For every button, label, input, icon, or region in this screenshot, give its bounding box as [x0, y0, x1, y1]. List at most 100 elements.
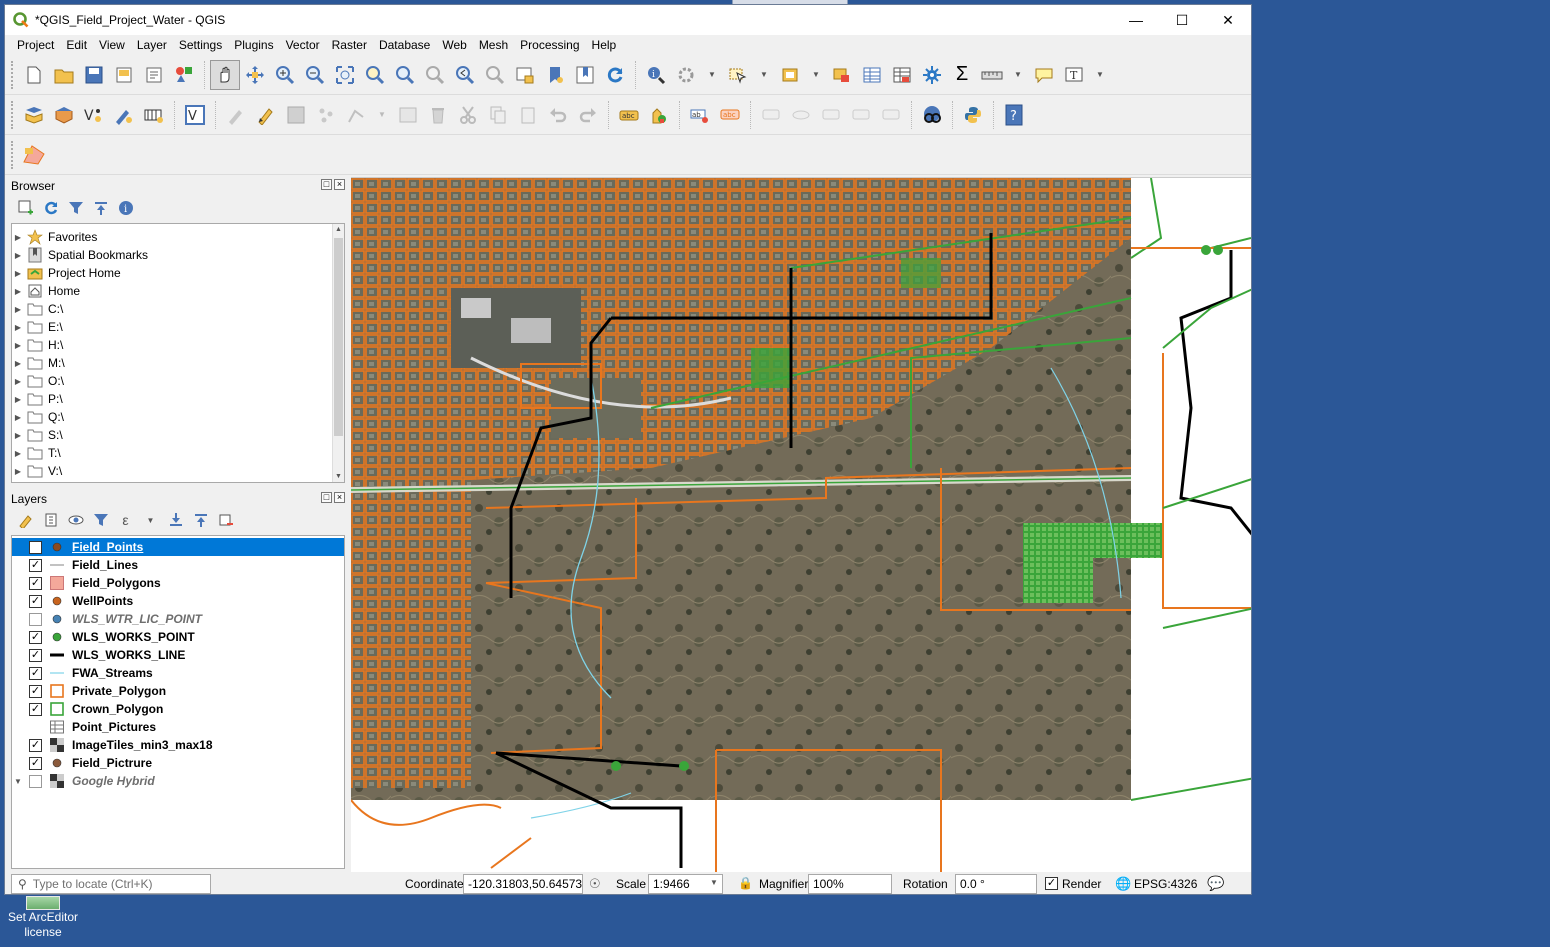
expand-arrow-icon[interactable]: ▶ [12, 413, 24, 422]
zoom-native-icon[interactable] [420, 60, 450, 90]
python-console-icon[interactable] [958, 100, 988, 130]
save-edits-icon[interactable] [281, 100, 311, 130]
add-group-icon[interactable] [38, 508, 63, 532]
maximize-icon[interactable]: ☐ [1159, 5, 1205, 35]
toolbox-icon[interactable] [917, 60, 947, 90]
manage-layers-icon[interactable]: V [180, 100, 210, 130]
browser-item[interactable]: ▶ C:\ [12, 300, 344, 318]
expand-arrow-icon[interactable]: ▼ [12, 777, 24, 786]
undo-icon[interactable] [543, 100, 573, 130]
layer-visibility-checkbox[interactable]: ✓ [29, 684, 42, 698]
filter-icon[interactable] [63, 196, 88, 220]
toggle-editing-icon[interactable] [251, 100, 281, 130]
locator-search[interactable]: ⚲ Type to locate (Ctrl+K) [11, 874, 211, 894]
desktop-shortcut[interactable]: Set ArcEditor license [4, 896, 82, 940]
menu-edit[interactable]: Edit [60, 38, 93, 52]
properties-icon[interactable]: i [113, 196, 138, 220]
collapse-all-icon[interactable] [88, 196, 113, 220]
layer-row[interactable]: ✓ FWA_Streams [12, 664, 344, 682]
new-print-layout-icon[interactable] [109, 60, 139, 90]
layer-visibility-checkbox[interactable] [29, 774, 42, 788]
layer-row[interactable]: WLS_WTR_LIC_POINT [12, 610, 344, 628]
map-tips-icon[interactable] [1029, 60, 1059, 90]
expand-arrow-icon[interactable]: ▶ [12, 323, 24, 332]
expand-arrow-icon[interactable]: ▶ [12, 467, 24, 476]
cut-features-icon[interactable] [453, 100, 483, 130]
zoom-out-icon[interactable] [300, 60, 330, 90]
menu-layer[interactable]: Layer [131, 38, 173, 52]
close-panel-icon[interactable]: × [334, 179, 345, 190]
browser-item[interactable]: ▶ S:\ [12, 426, 344, 444]
chevron-down-icon[interactable]: ▼ [710, 878, 718, 887]
close-panel-icon[interactable]: × [334, 492, 345, 503]
menu-processing[interactable]: Processing [514, 38, 585, 52]
style-manager-icon[interactable] [169, 60, 199, 90]
pan-map-icon[interactable] [210, 59, 240, 90]
change-label-icon[interactable] [876, 100, 906, 130]
copy-features-icon[interactable] [483, 100, 513, 130]
layer-row[interactable]: ✓ WLS_WORKS_POINT [12, 628, 344, 646]
collapse-all-icon[interactable] [188, 508, 213, 532]
chevron-down-icon[interactable]: ▼ [1089, 60, 1111, 90]
menu-mesh[interactable]: Mesh [473, 38, 514, 52]
run-feature-action-icon[interactable] [671, 60, 701, 90]
menu-web[interactable]: Web [436, 38, 472, 52]
layer-styling-icon[interactable] [13, 508, 38, 532]
deselect-all-icon[interactable] [827, 60, 857, 90]
layer-row[interactable]: ✓ Crown_Polygon [12, 700, 344, 718]
expand-arrow-icon[interactable]: ▶ [12, 269, 24, 278]
coordinate-field[interactable]: -120.31803,50.64573 [463, 874, 583, 894]
menu-help[interactable]: Help [586, 38, 623, 52]
open-attribute-table-icon[interactable] [857, 60, 887, 90]
zoom-full-icon[interactable] [330, 60, 360, 90]
expand-arrow-icon[interactable]: ▶ [12, 359, 24, 368]
current-edits-icon[interactable] [221, 100, 251, 130]
rotate-label-icon[interactable] [846, 100, 876, 130]
layer-row[interactable]: Point_Pictures [12, 718, 344, 736]
chevron-down-icon[interactable]: ▼ [371, 100, 393, 130]
text-annotation-icon[interactable]: T [1059, 60, 1089, 90]
browser-scrollbar[interactable]: ▲ ▼ [332, 224, 344, 482]
plugin-tool-icon[interactable] [19, 140, 49, 170]
lock-scale-icon[interactable]: 🔒 [738, 876, 753, 890]
crs-globe-icon[interactable]: 🌐 [1115, 876, 1131, 892]
layer-labeling-icon[interactable]: ab [685, 100, 715, 130]
expand-arrow-icon[interactable]: ▶ [12, 377, 24, 386]
menu-project[interactable]: Project [11, 38, 60, 52]
layer-row[interactable]: ✓ Field_Lines [12, 556, 344, 574]
save-project-icon[interactable] [79, 60, 109, 90]
map-canvas[interactable] [351, 177, 1251, 873]
rotation-field[interactable]: 0.0 ° [955, 874, 1037, 894]
layer-row[interactable]: ✓ ImageTiles_min3_max18 [12, 736, 344, 754]
pin-labels-icon[interactable]: abc [715, 100, 745, 130]
select-by-value-icon[interactable] [775, 60, 805, 90]
label-tool-icon[interactable]: abc [614, 100, 644, 130]
close-icon[interactable]: ✕ [1205, 5, 1251, 35]
zoom-to-selection-icon[interactable] [360, 60, 390, 90]
move-label-icon[interactable] [816, 100, 846, 130]
diagram-options-icon[interactable] [644, 100, 674, 130]
remove-layer-icon[interactable] [213, 508, 238, 532]
chevron-down-icon[interactable]: ▼ [701, 60, 723, 90]
menu-view[interactable]: View [93, 38, 131, 52]
expand-arrow-icon[interactable]: ▶ [12, 251, 24, 260]
new-virtual-layer-icon[interactable] [139, 100, 169, 130]
new-temporary-layer-icon[interactable]: V [79, 100, 109, 130]
browser-item[interactable]: ▶ M:\ [12, 354, 344, 372]
layer-visibility-checkbox[interactable] [29, 612, 42, 626]
identify-features-icon[interactable]: i [641, 60, 671, 90]
browser-item[interactable]: ▶ Home [12, 282, 344, 300]
layer-row[interactable]: ✓ Field_Pictrure [12, 754, 344, 772]
add-point-feature-icon[interactable] [311, 100, 341, 130]
new-bookmark-icon[interactable] [540, 60, 570, 90]
pan-to-selection-icon[interactable] [240, 60, 270, 90]
layer-visibility-checkbox[interactable]: ✓ [29, 576, 42, 590]
refresh-icon[interactable] [38, 196, 63, 220]
browser-item[interactable]: ▶ Q:\ [12, 408, 344, 426]
menu-database[interactable]: Database [373, 38, 436, 52]
add-layer-icon[interactable] [13, 196, 38, 220]
layer-row[interactable]: ✓ Private_Polygon [12, 682, 344, 700]
expand-arrow-icon[interactable]: ▶ [12, 449, 24, 458]
menu-vector[interactable]: Vector [280, 38, 326, 52]
chevron-down-icon[interactable]: ▼ [138, 508, 163, 532]
